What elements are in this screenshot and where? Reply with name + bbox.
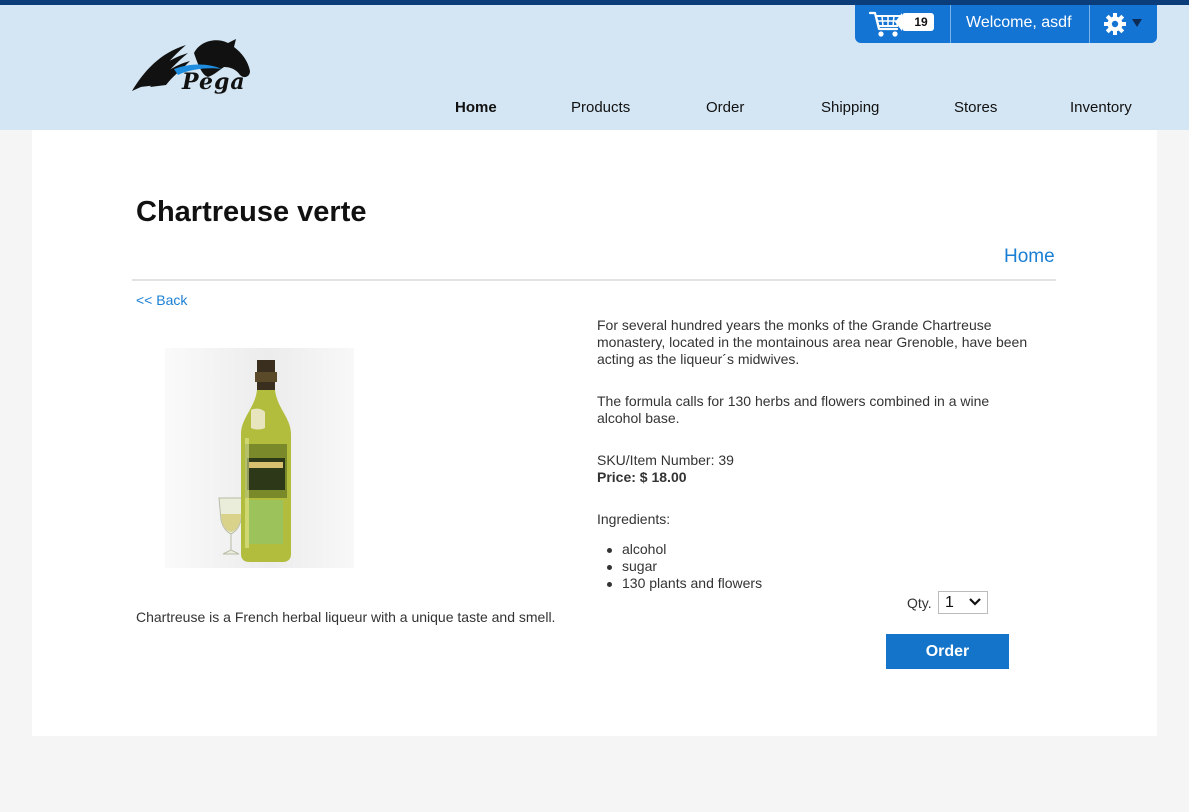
product-image — [165, 348, 354, 568]
list-item: 130 plants and flowers — [606, 575, 763, 591]
ingredients-list: alcohol sugar 130 plants and flowers — [606, 541, 763, 592]
chevron-down-icon — [969, 598, 981, 606]
list-item: alcohol — [606, 541, 762, 558]
bottle-image — [218, 360, 291, 562]
nav-order[interactable]: Order — [706, 99, 744, 117]
page-title: Chartreuse verte — [136, 196, 367, 228]
nav-inventory[interactable]: Inventory — [1070, 99, 1132, 117]
product-description-paragraph: For several hundred years the monks of t… — [597, 317, 1028, 367]
divider — [950, 5, 951, 43]
nav-products[interactable]: Products — [571, 99, 630, 117]
back-link[interactable]: << Back — [136, 292, 187, 308]
settings-menu-button[interactable] — [1103, 12, 1147, 36]
quantity-value: 1 — [945, 594, 954, 611]
home-breadcrumb-link[interactable]: Home — [1004, 246, 1055, 268]
product-detail-panel: Chartreuse verte Home << Back Chartreuse… — [32, 130, 1157, 736]
nav-stores[interactable]: Stores — [954, 99, 997, 117]
nav-home[interactable]: Home — [455, 99, 497, 117]
quantity-select[interactable]: 1 — [938, 591, 988, 614]
list-item: sugar — [606, 558, 762, 575]
divider — [132, 279, 1056, 281]
chevron-down-icon — [1132, 19, 1142, 27]
nav-shipping[interactable]: Shipping — [821, 99, 879, 117]
product-short-description: Chartreuse is a French herbal liqueur wi… — [136, 609, 556, 625]
ingredients-label: Ingredients: — [597, 511, 671, 527]
pega-logo[interactable]: Pega — [130, 35, 260, 103]
order-button[interactable]: Order — [886, 634, 1009, 669]
logo-text: Pega — [182, 69, 246, 95]
welcome-text[interactable]: Welcome, asdf — [966, 14, 1072, 32]
sku-text: SKU/Item Number: 39 — [597, 452, 734, 468]
user-bar: 19 Welcome, asdf — [855, 5, 1157, 43]
gear-icon — [1104, 13, 1126, 35]
product-description-paragraph: The formula calls for 130 herbs and flow… — [597, 393, 990, 426]
qty-label: Qty. — [907, 595, 932, 611]
divider — [1089, 5, 1090, 43]
price-text: Price: $ 18.00 — [597, 469, 687, 485]
cart-count-badge: 19 — [895, 13, 934, 31]
